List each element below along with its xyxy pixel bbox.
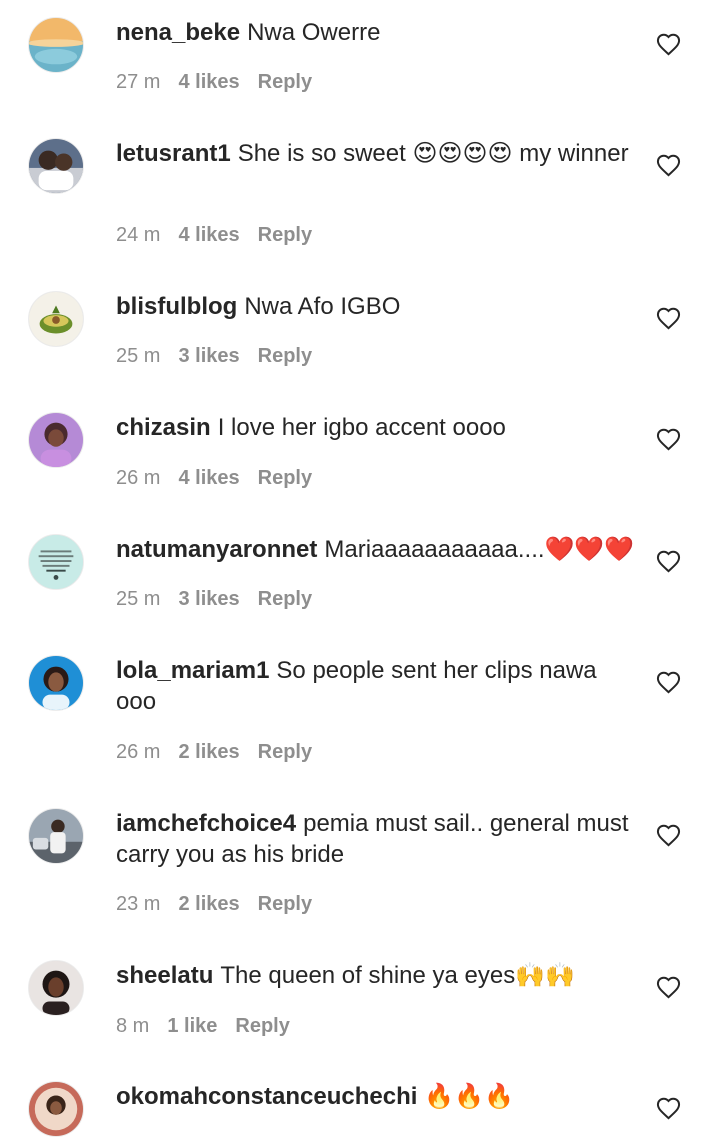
comment-list: nena_beke Nwa Owerre 27 m 4 likes Reply let… bbox=[0, 0, 720, 1143]
reply-button[interactable]: Reply bbox=[258, 467, 312, 490]
comment-text: Nwa Afo IGBO bbox=[244, 293, 401, 320]
comment-likes-count[interactable]: 3 likes bbox=[178, 345, 239, 368]
comment-text: The queen of shine ya eyes🙌🙌 bbox=[220, 962, 576, 989]
avatar[interactable] bbox=[28, 534, 84, 590]
comment-text: Mariaaaaaaaaaaa....❤️❤️❤️ bbox=[324, 536, 635, 563]
avatar[interactable] bbox=[28, 808, 84, 864]
comment-timestamp: 25 m bbox=[116, 588, 161, 610]
reply-button[interactable]: Reply bbox=[235, 1015, 289, 1038]
avatar[interactable] bbox=[28, 291, 84, 347]
avatar[interactable] bbox=[28, 1081, 84, 1137]
comment-text: She is so sweet 😍😍😍😍 my winner bbox=[237, 140, 629, 167]
comment-username[interactable]: letusrant1 bbox=[116, 140, 231, 167]
avatar[interactable] bbox=[28, 655, 84, 711]
like-heart-icon[interactable] bbox=[655, 670, 682, 694]
like-heart-icon[interactable] bbox=[655, 1096, 682, 1120]
avatar[interactable] bbox=[28, 138, 84, 194]
comment-text: I love her igbo accent oooo bbox=[217, 414, 506, 441]
comment-username[interactable]: sheelatu bbox=[116, 962, 213, 989]
like-heart-icon[interactable] bbox=[655, 975, 682, 999]
comment-likes-count[interactable]: 1 like bbox=[167, 1015, 217, 1038]
comment-timestamp: 27 m bbox=[116, 71, 161, 93]
comment-timestamp: 24 m bbox=[116, 224, 161, 246]
avatar[interactable] bbox=[28, 960, 84, 1016]
comment-username[interactable]: natumanyaronnet bbox=[116, 536, 317, 563]
like-heart-icon[interactable] bbox=[655, 306, 682, 330]
comment-likes-count[interactable]: 4 likes bbox=[178, 467, 239, 490]
comment-timestamp: 8 m bbox=[116, 1015, 150, 1037]
comment-timestamp: 26 m bbox=[116, 467, 161, 489]
reply-button[interactable]: Reply bbox=[258, 741, 312, 764]
comment-text: 🔥🔥🔥 bbox=[424, 1083, 515, 1110]
avatar[interactable] bbox=[28, 412, 84, 468]
comment-timestamp: 23 m bbox=[116, 893, 161, 915]
like-heart-icon[interactable] bbox=[655, 427, 682, 451]
comment-likes-count[interactable]: 2 likes bbox=[178, 741, 239, 764]
comment-username[interactable]: chizasin bbox=[116, 414, 211, 441]
reply-button[interactable]: Reply bbox=[258, 71, 312, 94]
like-heart-icon[interactable] bbox=[655, 823, 682, 847]
reply-button[interactable]: Reply bbox=[258, 224, 312, 247]
comment-likes-count[interactable]: 4 likes bbox=[178, 71, 239, 94]
like-heart-icon[interactable] bbox=[655, 549, 682, 573]
reply-button[interactable]: Reply bbox=[258, 345, 312, 368]
comment-username[interactable]: lola_mariam1 bbox=[116, 657, 269, 684]
avatar[interactable] bbox=[28, 17, 84, 73]
comment-username[interactable]: okomahconstanceuchechi bbox=[116, 1083, 417, 1110]
reply-button[interactable]: Reply bbox=[258, 893, 312, 916]
comment-username[interactable]: blisfulblog bbox=[116, 293, 237, 320]
comment-text: Nwa Owerre bbox=[247, 19, 381, 46]
reply-button[interactable]: Reply bbox=[258, 588, 312, 611]
like-heart-icon[interactable] bbox=[655, 32, 682, 56]
comment-likes-count[interactable]: 4 likes bbox=[178, 224, 239, 247]
comment-likes-count[interactable]: 3 likes bbox=[178, 588, 239, 611]
comment-username[interactable]: iamchefchoice4 bbox=[116, 810, 296, 837]
comment-username[interactable]: nena_beke bbox=[116, 19, 240, 46]
comment-likes-count[interactable]: 2 likes bbox=[178, 893, 239, 916]
like-heart-icon[interactable] bbox=[655, 153, 682, 177]
comment-timestamp: 25 m bbox=[116, 345, 161, 367]
comment-timestamp: 26 m bbox=[116, 741, 161, 763]
